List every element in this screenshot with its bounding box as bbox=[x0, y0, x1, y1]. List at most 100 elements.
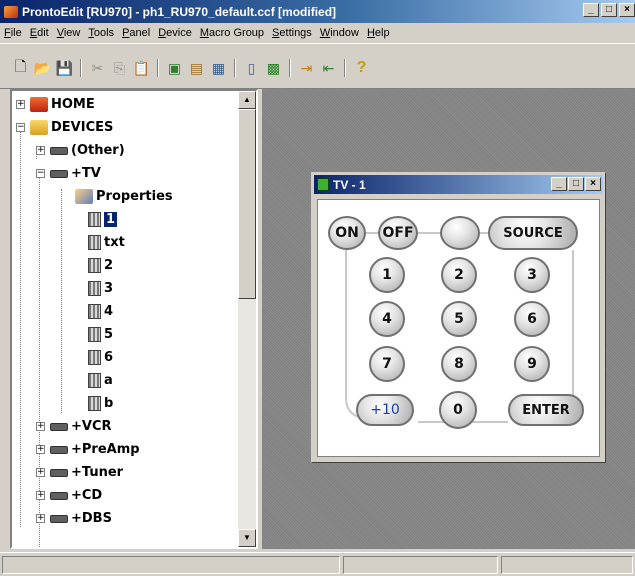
mdi-workspace: TV - 1 _ □ × ON OFF SOURCE 1 2 3 4 5 6 7… bbox=[262, 89, 635, 549]
scroll-down-arrow-icon[interactable]: ▼ bbox=[238, 529, 256, 547]
remote-panel: ON OFF SOURCE 1 2 3 4 5 6 7 8 9 +10 0 EN… bbox=[317, 199, 600, 457]
tree-item-other[interactable]: + (Other) bbox=[36, 139, 125, 162]
device-icon bbox=[50, 146, 68, 155]
tree-scrollbar[interactable]: ▲ ▼ bbox=[238, 91, 256, 547]
tree-item-panel[interactable]: 5 bbox=[88, 323, 113, 346]
panel-close-button[interactable]: × bbox=[585, 177, 601, 191]
device-icon bbox=[50, 445, 68, 454]
open-icon[interactable]: 📂 bbox=[32, 58, 53, 78]
panel-icon bbox=[88, 373, 101, 388]
panel-maximize-button[interactable]: □ bbox=[568, 177, 584, 191]
digit-1-button[interactable]: 1 bbox=[369, 257, 405, 293]
device-icon bbox=[50, 422, 68, 431]
digit-3-button[interactable]: 3 bbox=[514, 257, 550, 293]
help-icon[interactable]: ? bbox=[351, 58, 372, 78]
tree-item-panel[interactable]: 1 bbox=[88, 208, 118, 231]
folder-icon bbox=[30, 120, 48, 135]
minimize-button[interactable]: _ bbox=[583, 3, 599, 17]
menu-file[interactable]: File bbox=[2, 27, 28, 39]
status-pane-2 bbox=[343, 556, 498, 574]
digit-8-button[interactable]: 8 bbox=[441, 346, 477, 382]
menu-panel[interactable]: Panel bbox=[120, 27, 156, 39]
digit-6-button[interactable]: 6 bbox=[514, 301, 550, 337]
save-icon[interactable]: 💾 bbox=[54, 58, 75, 78]
panel-minimize-button[interactable]: _ bbox=[551, 177, 567, 191]
tree-item-panel[interactable]: 6 bbox=[88, 346, 113, 369]
source-button[interactable]: SOURCE bbox=[488, 216, 578, 250]
digit-5-button[interactable]: 5 bbox=[441, 301, 477, 337]
import-icon[interactable]: ⇥ bbox=[296, 58, 317, 78]
tree-item-properties[interactable]: Properties bbox=[75, 185, 173, 208]
panel-window-titlebar[interactable]: TV - 1 _ □ × bbox=[314, 175, 603, 194]
scroll-thumb[interactable] bbox=[238, 109, 256, 299]
panel-icon bbox=[88, 327, 101, 342]
panel-icon bbox=[88, 281, 101, 296]
digit-7-button[interactable]: 7 bbox=[369, 346, 405, 382]
menu-device[interactable]: Device bbox=[156, 27, 198, 39]
window-title: ProntoEdit [RU970] - ph1_RU970_default.c… bbox=[22, 4, 337, 19]
panel-icon bbox=[88, 396, 101, 411]
tree-item-cd[interactable]: + +CD bbox=[36, 484, 102, 507]
tree-item-panel[interactable]: 2 bbox=[88, 254, 113, 277]
toolbar: 🗋 📂 💾 ✂ ⎘ 📋 ▣ ▤ ▦ ▯ ▩ ⇥ ⇤ ? bbox=[0, 43, 635, 89]
export-icon[interactable]: ⇤ bbox=[318, 58, 339, 78]
menu-window[interactable]: Window bbox=[318, 27, 365, 39]
device-icon bbox=[50, 169, 68, 178]
digit-9-button[interactable]: 9 bbox=[514, 346, 550, 382]
cut-icon[interactable]: ✂ bbox=[87, 58, 108, 78]
new-icon[interactable]: 🗋 bbox=[10, 58, 31, 78]
menu-edit[interactable]: Edit bbox=[28, 27, 55, 39]
digit-0-button[interactable]: 0 bbox=[439, 391, 477, 429]
scroll-up-arrow-icon[interactable]: ▲ bbox=[238, 91, 256, 109]
menu-help[interactable]: Help bbox=[365, 27, 396, 39]
menu-bar: File Edit View Tools Panel Device Macro … bbox=[0, 23, 635, 43]
tree-item-panel[interactable]: b bbox=[88, 392, 113, 415]
menu-tools[interactable]: Tools bbox=[86, 27, 120, 39]
tree-item-panel[interactable]: 4 bbox=[88, 300, 113, 323]
tree-item-tv[interactable]: − +TV bbox=[36, 162, 101, 185]
off-button[interactable]: OFF bbox=[378, 216, 418, 250]
add-device-icon[interactable]: ▣ bbox=[164, 58, 185, 78]
status-pane-3 bbox=[501, 556, 633, 574]
digit-4-button[interactable]: 4 bbox=[369, 301, 405, 337]
tree-item-devices[interactable]: − DEVICES bbox=[16, 116, 113, 139]
plus-10-button[interactable]: +10 bbox=[356, 394, 414, 426]
panel-window-icon bbox=[317, 178, 329, 191]
panel-icon bbox=[88, 212, 101, 227]
properties-icon[interactable]: ▦ bbox=[208, 58, 229, 78]
panel-icon bbox=[88, 304, 101, 319]
copy-icon[interactable]: ⎘ bbox=[109, 58, 130, 78]
device-tree[interactable]: + HOME − DEVICES + (Other) − +TV Properties … bbox=[10, 89, 258, 549]
menu-macro-group[interactable]: Macro Group bbox=[198, 27, 270, 39]
tree-item-panel[interactable]: a bbox=[88, 369, 113, 392]
panel-icon bbox=[88, 235, 101, 250]
blank-button[interactable] bbox=[440, 216, 480, 250]
tree-item-tuner[interactable]: + +Tuner bbox=[36, 461, 123, 484]
device-icon bbox=[50, 491, 68, 500]
device-icon bbox=[50, 468, 68, 477]
tree-item-preamp[interactable]: + +PreAmp bbox=[36, 438, 140, 461]
tree-item-home[interactable]: + HOME bbox=[16, 93, 95, 116]
title-bar: ProntoEdit [RU970] - ph1_RU970_default.c… bbox=[0, 0, 635, 23]
device-icon bbox=[50, 514, 68, 523]
digit-2-button[interactable]: 2 bbox=[441, 257, 477, 293]
add-panel-icon[interactable]: ▤ bbox=[186, 58, 207, 78]
tree-item-panel[interactable]: txt bbox=[88, 231, 125, 254]
menu-view[interactable]: View bbox=[55, 27, 87, 39]
maximize-button[interactable]: □ bbox=[601, 3, 617, 17]
tree-item-vcr[interactable]: + +VCR bbox=[36, 415, 112, 438]
close-button[interactable]: × bbox=[619, 3, 635, 17]
paste-icon[interactable]: 📋 bbox=[131, 58, 152, 78]
menu-settings[interactable]: Settings bbox=[270, 27, 318, 39]
panel-window[interactable]: TV - 1 _ □ × ON OFF SOURCE 1 2 3 4 5 6 7… bbox=[311, 172, 606, 463]
tree-item-panel[interactable]: 3 bbox=[88, 277, 113, 300]
remote-icon[interactable]: ▯ bbox=[241, 58, 262, 78]
properties-icon bbox=[75, 189, 93, 204]
tree-item-dbs[interactable]: + +DBS bbox=[36, 507, 112, 530]
picture-icon[interactable]: ▩ bbox=[263, 58, 284, 78]
status-bar bbox=[0, 552, 635, 576]
on-button[interactable]: ON bbox=[328, 216, 366, 250]
panel-icon bbox=[88, 258, 101, 273]
enter-button[interactable]: ENTER bbox=[508, 394, 584, 426]
home-icon bbox=[30, 97, 48, 112]
